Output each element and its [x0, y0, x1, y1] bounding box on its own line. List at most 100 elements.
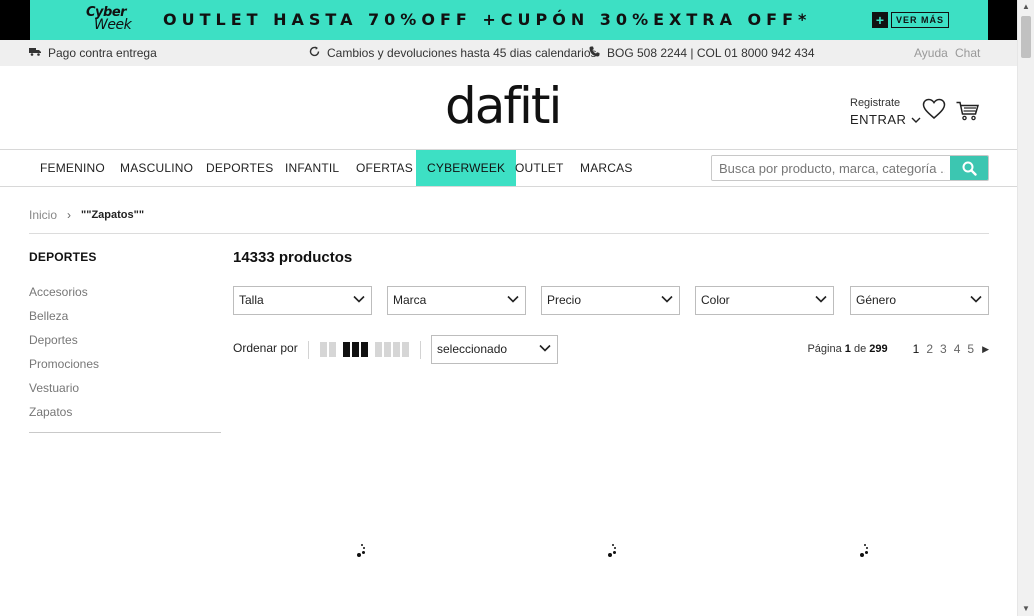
filter-marca[interactable]: Marca — [387, 286, 526, 315]
login-label: ENTRAR — [850, 112, 907, 127]
grid-2-columns-icon[interactable] — [320, 342, 336, 357]
divider — [29, 233, 989, 234]
delivery-text: Pago contra entrega — [48, 46, 157, 60]
sidebar-item-deportes[interactable]: Deportes — [29, 332, 221, 356]
nav-tab-marcas[interactable]: MARCAS — [569, 150, 644, 186]
cyberweek-logo-line2: Week — [94, 17, 132, 33]
phone-info: BOG 508 2244 | COL 01 8000 942 434 — [589, 46, 815, 60]
page-link-2[interactable]: 2 — [926, 342, 933, 356]
returns-info: Cambios y devoluciones hasta 45 dias cal… — [309, 46, 597, 60]
grid-3-columns-icon[interactable] — [343, 342, 368, 357]
breadcrumb: Inicio › ""Zapatos"" — [29, 208, 144, 222]
pagination-total: 299 — [869, 343, 888, 355]
promo-banner-inner[interactable]: Cyber Week OUTLET HASTA 70%OFF +CUPÓN 30… — [30, 0, 988, 40]
pagination: Página 1 de 299 1 2 3 4 5 ▶ — [807, 342, 989, 356]
register-link[interactable]: Registrate — [850, 97, 921, 109]
returns-text: Cambios y devoluciones hasta 45 dias cal… — [327, 46, 597, 60]
wishlist-button[interactable] — [922, 98, 946, 125]
heart-icon — [922, 98, 946, 119]
page-link-5[interactable]: 5 — [967, 342, 974, 356]
cart-icon — [956, 101, 980, 121]
nav-tab-infantil[interactable]: INFANTIL — [274, 150, 350, 186]
dafiti-logo[interactable]: dafiti — [445, 78, 562, 134]
divider — [308, 341, 309, 359]
info-bar: Pago contra entrega Cambios y devolucion… — [0, 40, 1017, 66]
cyberweek-logo: Cyber Week — [86, 6, 132, 33]
scroll-down-icon[interactable]: ▼ — [1018, 602, 1034, 616]
product-count: 14333 productos — [233, 249, 353, 266]
promo-text: OUTLET HASTA 70%OFF +CUPÓN 30%EXTRA OFF* — [163, 10, 812, 29]
nav-tab-masculino[interactable]: MASCULINO — [109, 150, 204, 186]
filter-talla[interactable]: Talla — [233, 286, 372, 315]
pagination-current: 1 — [844, 343, 851, 355]
nav-tab-ofertas[interactable]: OFERTAS — [345, 150, 424, 186]
search-icon — [962, 161, 977, 176]
help-link[interactable]: Ayuda — [914, 46, 948, 60]
chevron-down-icon — [970, 295, 982, 303]
cart-button[interactable] — [956, 101, 980, 126]
filter-color-label: Color — [701, 293, 730, 307]
chevron-down-icon — [661, 295, 673, 303]
breadcrumb-current: ""Zapatos"" — [81, 209, 145, 221]
sidebar-item-accesorios[interactable]: Accesorios — [29, 284, 221, 308]
nav-tab-outlet[interactable]: OUTLET — [504, 150, 575, 186]
sidebar-title: DEPORTES — [29, 250, 97, 264]
breadcrumb-separator-icon: › — [67, 208, 72, 222]
sidebar-item-promociones[interactable]: Promociones — [29, 356, 221, 380]
account-menu[interactable]: Registrate ENTRAR — [850, 97, 921, 127]
phone-text: BOG 508 2244 | COL 01 8000 942 434 — [607, 46, 815, 60]
delivery-info: Pago contra entrega — [29, 46, 157, 60]
chevron-down-icon — [911, 117, 921, 123]
page-link-3[interactable]: 3 — [940, 342, 947, 356]
chevron-down-icon — [815, 295, 827, 303]
pagination-prefix: Página — [807, 343, 842, 355]
phone-icon — [589, 46, 600, 60]
scrollbar-thumb[interactable] — [1021, 16, 1031, 58]
loading-spinner-icon — [608, 544, 618, 558]
page-link-4[interactable]: 4 — [954, 342, 961, 356]
pagination-of: de — [853, 343, 867, 355]
promo-cta-label: VER MÁS — [891, 11, 950, 28]
site-header: dafiti Registrate ENTRAR — [0, 66, 1017, 150]
loading-spinner-icon — [357, 544, 367, 558]
refresh-icon — [309, 46, 320, 60]
search-button[interactable] — [950, 156, 988, 180]
main-nav: FEMENINO MASCULINO DEPORTES INFANTIL OFE… — [0, 150, 1017, 187]
search-input[interactable] — [712, 156, 952, 180]
sort-toolbar: Ordenar por seleccionado Página 1 de 299… — [233, 335, 989, 365]
page-scrollbar[interactable]: ▲ ▼ — [1017, 0, 1034, 616]
sidebar-item-belleza[interactable]: Belleza — [29, 308, 221, 332]
grid-4-columns-icon[interactable] — [375, 342, 409, 357]
nav-tab-femenino[interactable]: FEMENINO — [29, 150, 116, 186]
page-link-1[interactable]: 1 — [913, 342, 920, 356]
chevron-down-icon — [353, 295, 365, 303]
filter-genero-label: Género — [856, 293, 897, 307]
page: Cyber Week OUTLET HASTA 70%OFF +CUPÓN 30… — [0, 0, 1017, 616]
loading-spinner-icon — [860, 544, 870, 558]
promo-cta-button[interactable]: + VER MÁS — [872, 11, 950, 28]
promo-banner[interactable]: Cyber Week OUTLET HASTA 70%OFF +CUPÓN 30… — [0, 0, 1017, 40]
filter-marca-label: Marca — [393, 293, 427, 307]
filter-genero[interactable]: Género — [850, 286, 989, 315]
filter-precio-label: Precio — [547, 293, 582, 307]
chat-link[interactable]: Chat — [955, 46, 980, 60]
filter-color[interactable]: Color — [695, 286, 834, 315]
login-dropdown[interactable]: ENTRAR — [850, 112, 921, 127]
chevron-down-icon — [507, 295, 519, 303]
filter-talla-label: Talla — [239, 293, 264, 307]
scroll-up-icon[interactable]: ▲ — [1018, 0, 1034, 14]
search-box — [711, 155, 989, 181]
filter-precio[interactable]: Precio — [541, 286, 680, 315]
next-page-icon[interactable]: ▶ — [982, 344, 989, 355]
sort-select-value: seleccionado — [437, 342, 508, 356]
divider — [420, 341, 421, 359]
pagination-info: Página 1 de 299 — [807, 343, 887, 355]
sidebar-item-zapatos[interactable]: Zapatos — [29, 404, 221, 428]
nav-tab-deportes[interactable]: DEPORTES — [195, 150, 284, 186]
sidebar-divider — [29, 432, 221, 433]
breadcrumb-home[interactable]: Inicio — [29, 208, 57, 222]
nav-tab-cyberweek[interactable]: CYBERWEEK — [416, 150, 517, 186]
sort-select[interactable]: seleccionado — [431, 335, 558, 364]
sort-label: Ordenar por — [233, 341, 298, 355]
sidebar-item-vestuario[interactable]: Vestuario — [29, 380, 221, 404]
